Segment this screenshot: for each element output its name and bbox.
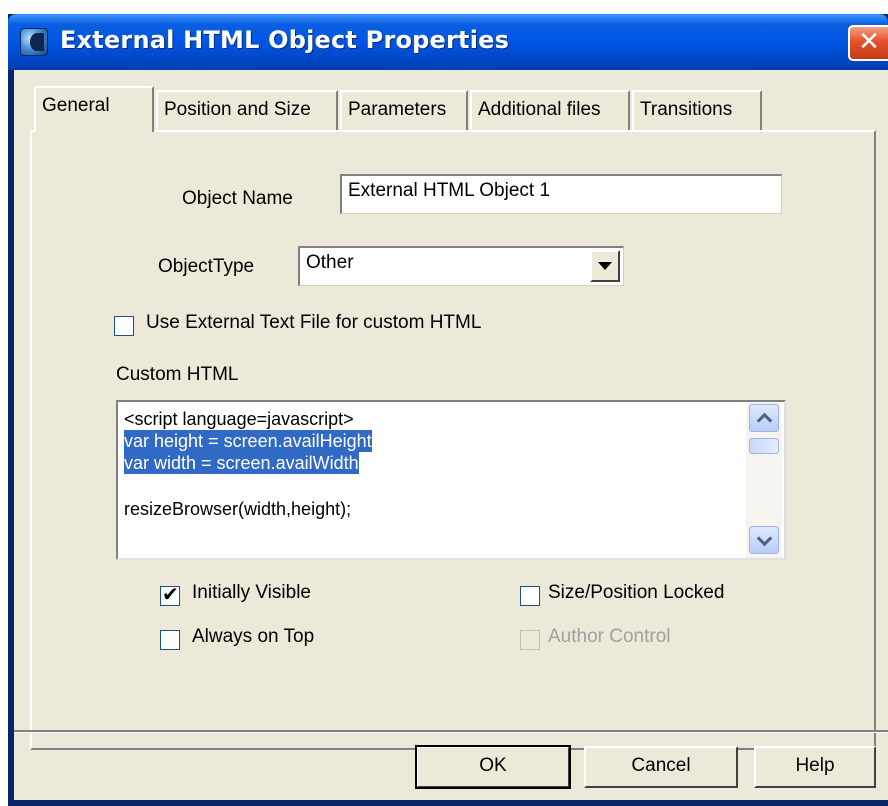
scroll-down-button[interactable] xyxy=(749,526,779,554)
use-external-checkbox[interactable] xyxy=(114,316,134,336)
window-title: External HTML Object Properties xyxy=(60,26,510,54)
tab-general[interactable]: General xyxy=(34,86,154,132)
tab-transitions[interactable]: Transitions xyxy=(632,90,762,130)
ok-button[interactable]: OK xyxy=(415,745,571,789)
object-type-dropdown-button[interactable] xyxy=(590,250,620,282)
close-icon[interactable]: ✕ xyxy=(848,25,888,61)
object-type-select[interactable]: Other xyxy=(298,246,624,286)
initially-visible-checkbox[interactable]: ✔ xyxy=(160,584,180,606)
code-line: <script language=javascript> xyxy=(124,409,354,429)
app-icon xyxy=(20,28,48,56)
vertical-scrollbar[interactable] xyxy=(746,402,782,558)
checkmark-icon: ✔ xyxy=(162,584,179,606)
code-line-selected: var width = screen.availWidth xyxy=(124,452,359,474)
dialog-window: External HTML Object Properties ✕ Genera… xyxy=(8,14,888,806)
tab-additional-files[interactable]: Additional files xyxy=(470,90,630,130)
object-name-input[interactable]: External HTML Object 1 xyxy=(340,174,782,214)
author-control-label: Author Control xyxy=(548,626,671,647)
tab-parameters[interactable]: Parameters xyxy=(340,90,468,130)
initially-visible-label: Initially Visible xyxy=(192,582,311,603)
always-on-top-label: Always on Top xyxy=(192,626,315,647)
use-external-label: Use External Text File for custom HTML xyxy=(146,312,482,333)
title-bar[interactable]: External HTML Object Properties ✕ xyxy=(8,14,888,70)
chevron-down-icon xyxy=(598,262,612,270)
dialog-client: General Position and Size Parameters Add… xyxy=(14,70,888,800)
help-button[interactable]: Help xyxy=(754,746,876,788)
chevron-down-icon xyxy=(756,530,772,547)
size-position-locked-checkbox[interactable] xyxy=(520,586,540,606)
scroll-up-button[interactable] xyxy=(749,404,779,432)
chevron-up-icon xyxy=(756,412,772,429)
object-type-value: Other xyxy=(306,252,354,273)
size-position-locked-label: Size/Position Locked xyxy=(548,582,725,603)
object-name-label: Object Name xyxy=(182,188,293,209)
tab-position-and-size[interactable]: Position and Size xyxy=(156,90,338,130)
custom-html-textarea[interactable]: <script language=javascript> var height … xyxy=(116,400,786,560)
button-bar-separator xyxy=(14,730,888,733)
cancel-button[interactable]: Cancel xyxy=(584,746,738,788)
object-type-label: ObjectType xyxy=(158,256,255,277)
author-control-checkbox xyxy=(520,630,540,650)
scroll-thumb[interactable] xyxy=(749,438,779,454)
general-tab-panel: Object Name External HTML Object 1 Objec… xyxy=(30,130,876,750)
always-on-top-checkbox[interactable] xyxy=(160,630,180,650)
code-line-selected: var height = screen.availHeight xyxy=(124,430,372,452)
custom-html-label: Custom HTML xyxy=(116,364,239,385)
code-line: resizeBrowser(width,height); xyxy=(124,499,352,519)
